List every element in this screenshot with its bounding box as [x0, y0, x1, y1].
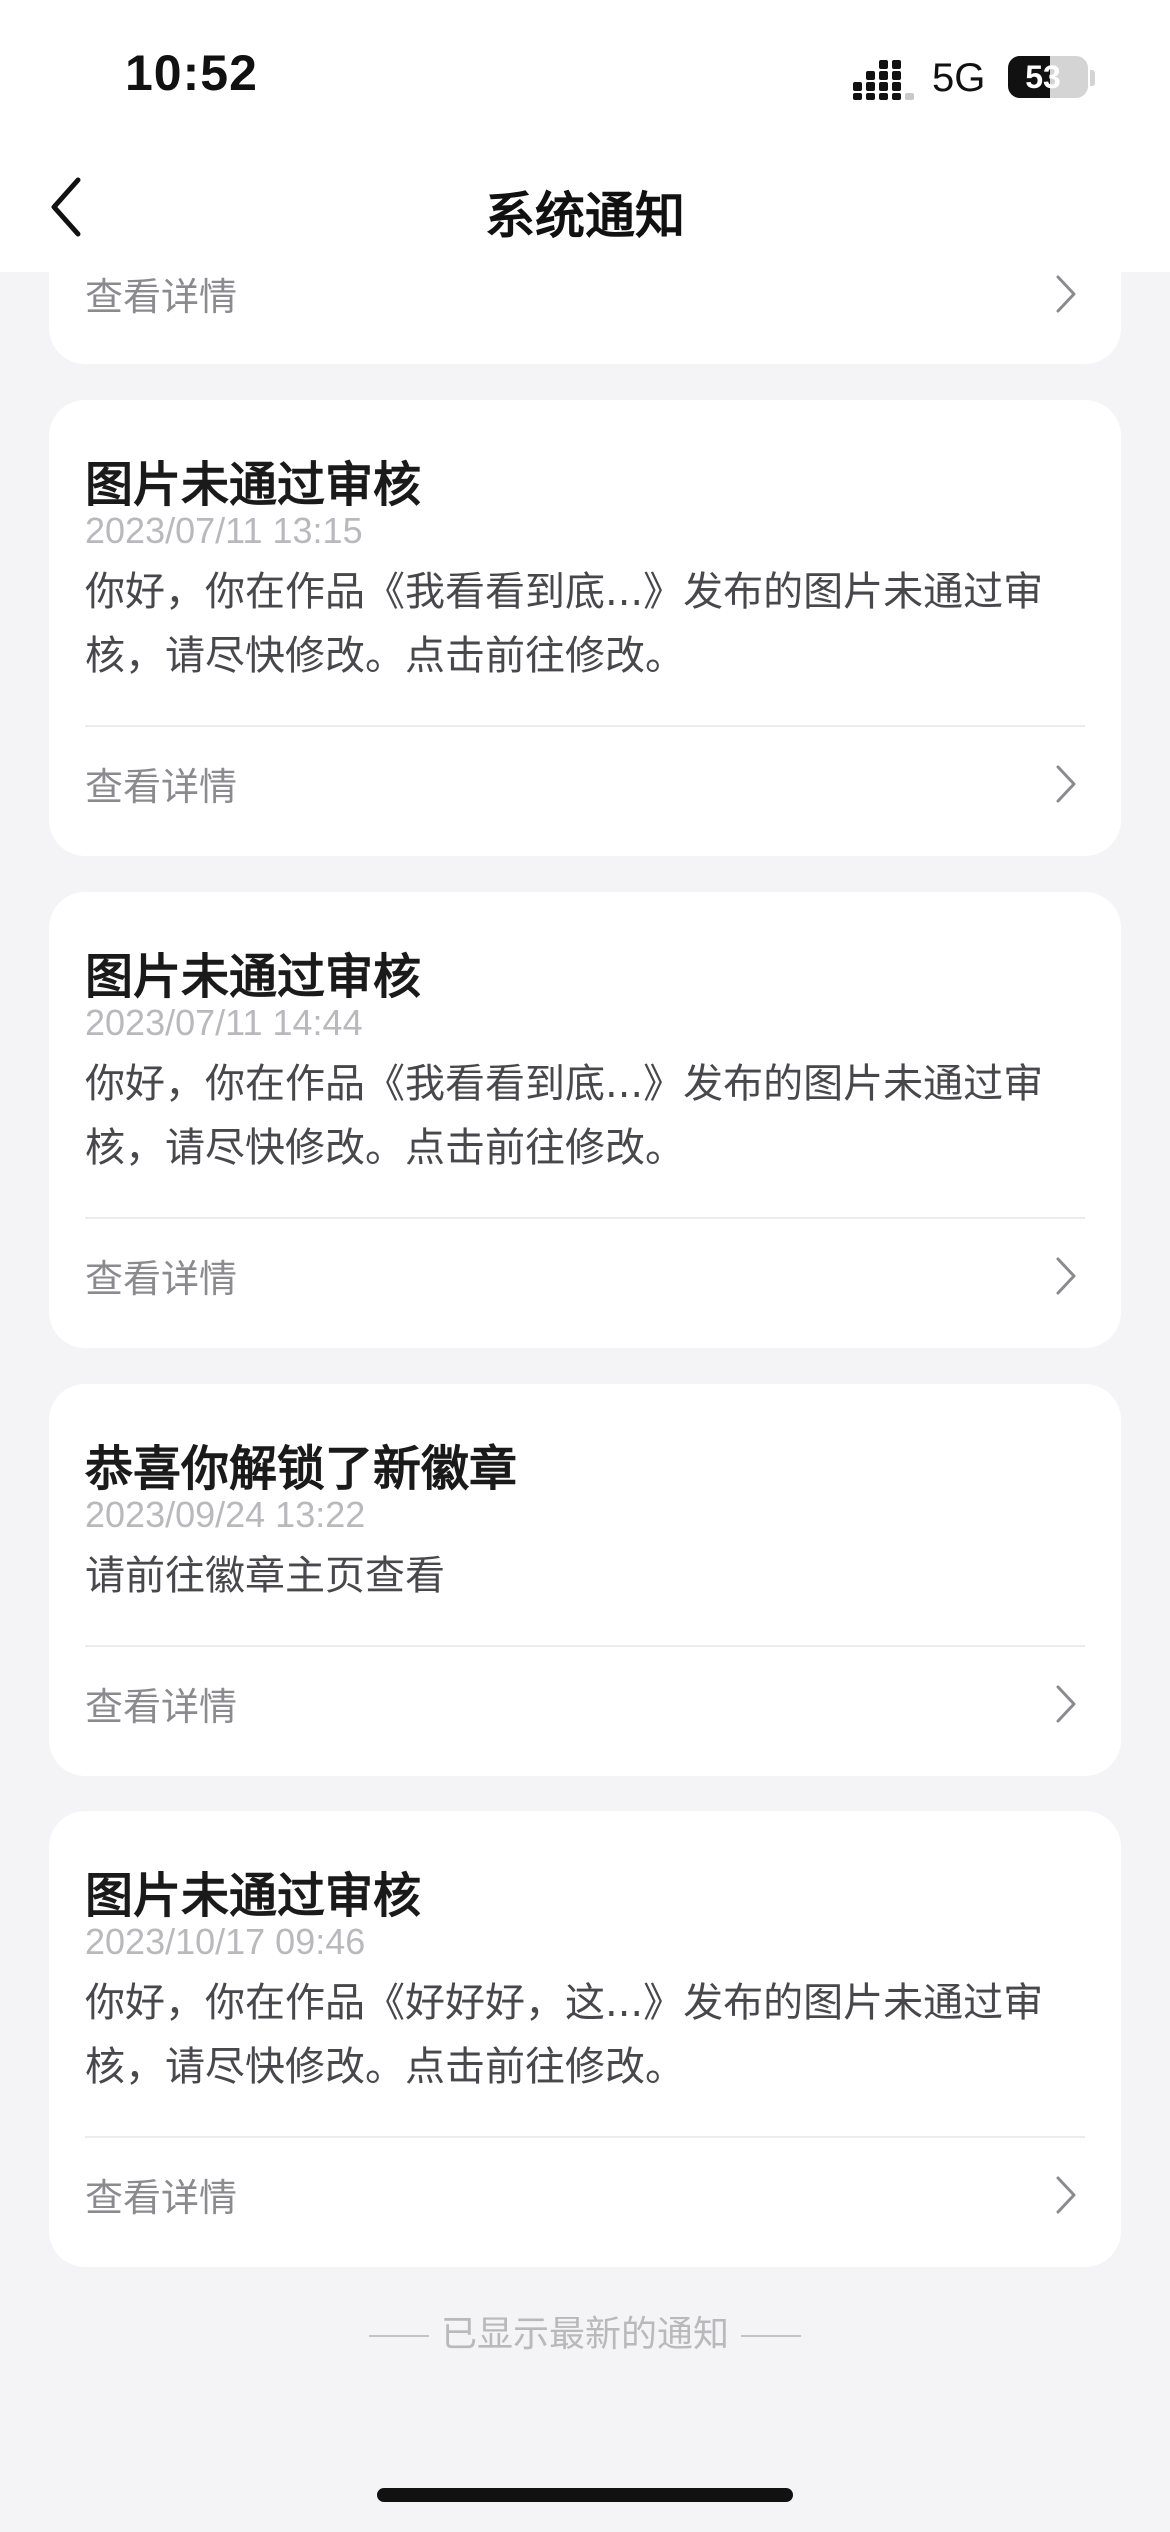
- status-time: 10:52: [125, 45, 258, 101]
- divider-right: [741, 2335, 801, 2337]
- notification-card[interactable]: 图片未通过审核 2023/07/11 13:15 你好，你在作品《我看看到底..…: [49, 400, 1121, 856]
- chevron-right-icon: [1056, 2176, 1076, 2214]
- notification-card[interactable]: 图片未通过审核 2023/07/11 14:44 你好，你在作品《我看看到底..…: [49, 892, 1121, 1348]
- notification-card[interactable]: 恭喜你解锁了新徽章 2023/09/24 13:22 请前往徽章主页查看 查看详…: [49, 1384, 1121, 1776]
- divider-left: [368, 2335, 429, 2337]
- chevron-right-icon: [1056, 275, 1076, 313]
- notification-timestamp: 2023/07/11 14:44: [85, 1002, 363, 1043]
- end-of-list-text: 已显示最新的通知: [440, 2314, 729, 2355]
- view-details-label: 查看详情: [85, 1685, 238, 1729]
- divider: [85, 725, 1085, 727]
- chevron-right-icon: [1056, 765, 1076, 803]
- notification-timestamp: 2023/10/17 09:46: [85, 1921, 366, 1962]
- chevron-right-icon: [1056, 1257, 1076, 1295]
- view-details-label: 查看详情: [85, 275, 238, 319]
- top-bar: 10:52 5G 53 系统通知: [0, 0, 1170, 272]
- notification-body: 请前往徽章主页查看: [85, 1553, 445, 1599]
- view-details-row[interactable]: 查看详情: [49, 1232, 1121, 1322]
- view-details-label: 查看详情: [85, 1257, 238, 1301]
- notification-card[interactable]: 图片未通过审核 2023/10/17 09:46 你好，你在作品《好好好，这..…: [49, 1811, 1121, 2267]
- notification-body: 你好，你在作品《我看看到底...》发布的图片未通过审核，请尽快修改。点击前往修改…: [85, 1061, 1044, 1171]
- divider: [85, 2136, 1085, 2138]
- notification-title: 图片未通过审核: [85, 1868, 422, 1924]
- end-of-list-note: 已显示最新的通知: [0, 2305, 1170, 2357]
- home-indicator[interactable]: [377, 2488, 793, 2502]
- view-details-label: 查看详情: [85, 2176, 238, 2220]
- battery-tip: [1090, 70, 1095, 86]
- battery-icon: 53: [1008, 56, 1088, 98]
- notification-timestamp: 2023/09/24 13:22: [85, 1494, 366, 1535]
- notification-screen: 查看详情 图片未通过审核 2023/07/11 13:15 你好，你在作品《我看…: [0, 0, 1170, 2532]
- signal-icon: [853, 60, 914, 100]
- notification-timestamp: 2023/07/11 13:15: [85, 510, 363, 551]
- notification-body: 你好，你在作品《好好好，这...》发布的图片未通过审核，请尽快修改。点击前往修改…: [85, 1980, 1044, 2090]
- notification-title: 图片未通过审核: [85, 949, 422, 1005]
- view-details-row[interactable]: 查看详情: [49, 740, 1121, 830]
- divider: [85, 1645, 1085, 1647]
- divider: [85, 1217, 1085, 1219]
- page-title: 系统通知: [485, 187, 685, 245]
- view-details-label: 查看详情: [85, 765, 238, 809]
- view-details-row[interactable]: 查看详情: [49, 2151, 1121, 2241]
- notification-title: 恭喜你解锁了新徽章: [85, 1441, 518, 1497]
- network-type: 5G: [932, 56, 986, 100]
- notification-body: 你好，你在作品《我看看到底...》发布的图片未通过审核，请尽快修改。点击前往修改…: [85, 569, 1044, 679]
- battery-percent: 53: [1025, 59, 1061, 95]
- notification-title: 图片未通过审核: [85, 457, 422, 513]
- view-details-row[interactable]: 查看详情: [49, 1660, 1121, 1750]
- chevron-right-icon: [1056, 1685, 1076, 1723]
